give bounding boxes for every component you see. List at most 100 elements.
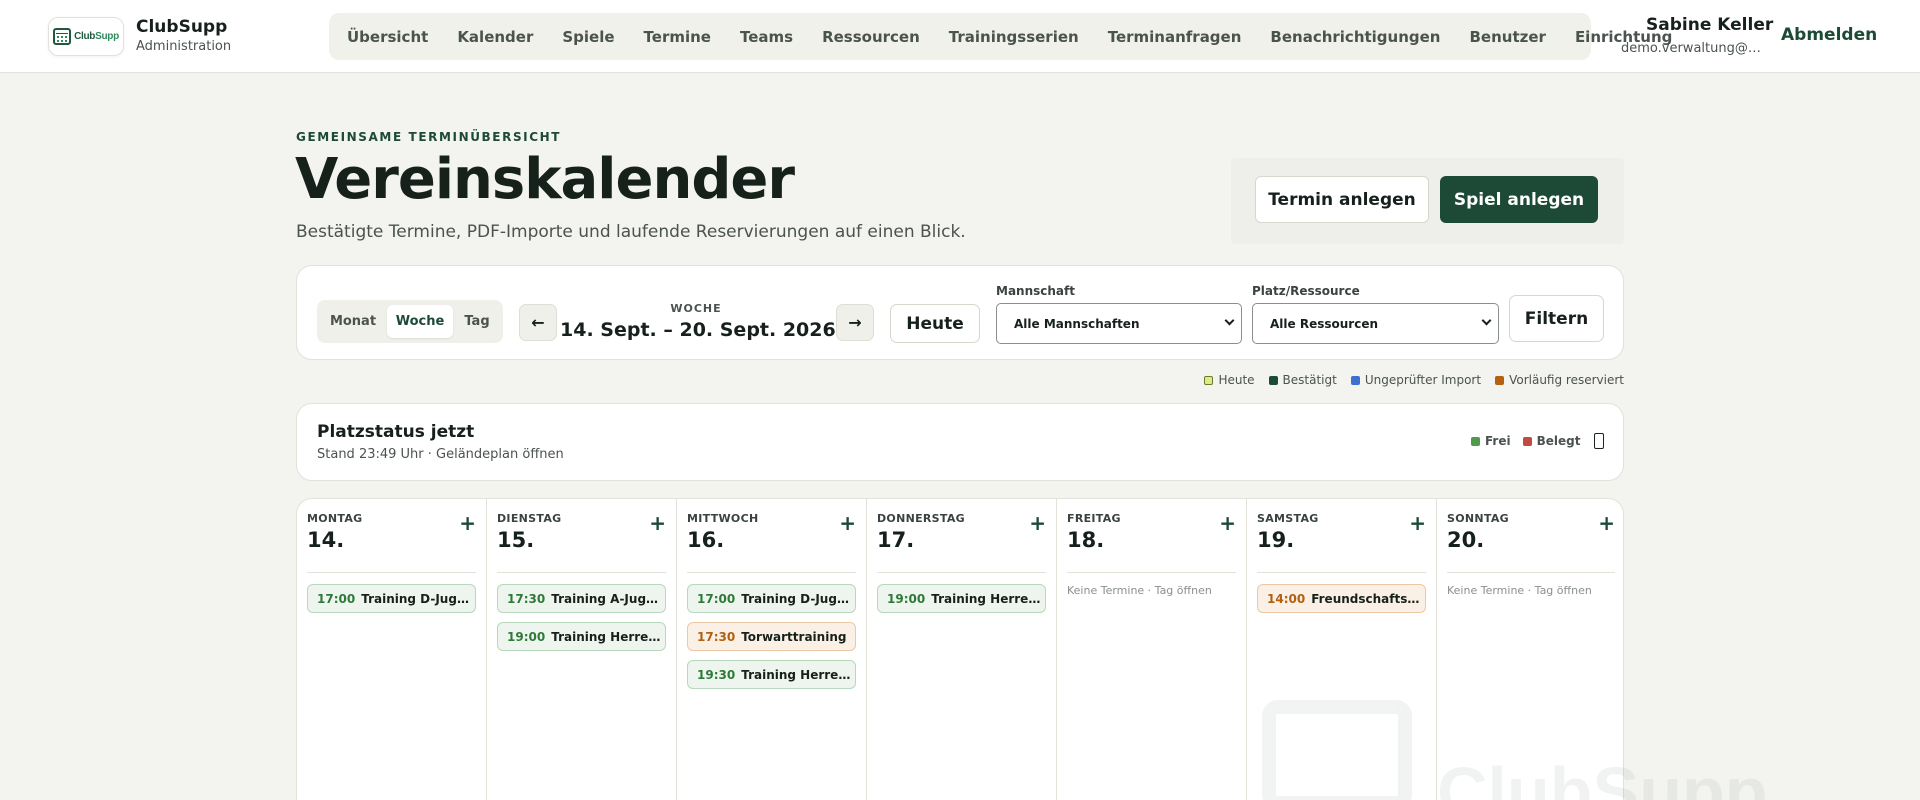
- day-number: 19.: [1257, 528, 1295, 552]
- field-status-panel[interactable]: Platzstatus jetzt Stand 23:49 Uhr · Gelä…: [296, 403, 1624, 481]
- divider: [687, 572, 856, 573]
- team-filter-label: Mannschaft: [996, 284, 1075, 298]
- nav-kalender[interactable]: Kalender: [457, 28, 533, 46]
- view-day-tab[interactable]: Tag: [457, 305, 497, 338]
- status-free: Frei: [1471, 434, 1511, 448]
- logo-text: ClubSupp: [74, 31, 119, 42]
- calendar-logo-icon: [53, 28, 72, 45]
- add-event-icon[interactable]: +: [1598, 511, 1615, 535]
- page-eyebrow: GEMEINSAME TERMINÜBERSICHT: [296, 130, 562, 144]
- team-select-value: Alle Mannschaften: [1014, 316, 1140, 331]
- resource-filter-label: Platz/Ressource: [1252, 284, 1360, 298]
- divider: [1067, 572, 1236, 573]
- day-number: 20.: [1447, 528, 1485, 552]
- divider: [877, 572, 1046, 573]
- day-name: SAMSTAG: [1257, 512, 1319, 525]
- arrow-right-icon: →: [848, 313, 862, 332]
- nav-spiele[interactable]: Spiele: [562, 28, 614, 46]
- day-column-tuesday[interactable]: DIENSTAG 15. + 17:30 Training A-Jugend 19…: [487, 499, 677, 800]
- view-switcher: Monat Woche Tag: [317, 300, 503, 343]
- top-bar: ClubSupp ClubSupp Administration Übersic…: [0, 0, 1920, 73]
- calendar-event[interactable]: 19:00 Training Herren I: [877, 584, 1046, 613]
- legend-item: Bestätigt: [1268, 373, 1337, 387]
- page-title: Vereinskalender: [295, 147, 795, 212]
- add-event-icon[interactable]: +: [459, 511, 476, 535]
- empty-day-link[interactable]: Keine Termine · Tag öffnen: [1067, 584, 1212, 597]
- clubsupp-watermark: ClubSupp: [1262, 700, 1767, 800]
- calendar-event[interactable]: 19:30 Training Herren II: [687, 660, 856, 689]
- nav-teams[interactable]: Teams: [740, 28, 793, 46]
- brand-name: ClubSupp: [136, 17, 228, 37]
- team-select[interactable]: Alle Mannschaften: [996, 303, 1242, 344]
- calendar-event[interactable]: 17:30 Training A-Jugend: [497, 584, 666, 613]
- add-event-icon[interactable]: +: [1029, 511, 1046, 535]
- day-column-thursday[interactable]: DONNERSTAG 17. + 19:00 Training Herren I: [867, 499, 1057, 800]
- legend-item: Heute: [1204, 373, 1255, 387]
- add-event-icon[interactable]: +: [649, 511, 666, 535]
- calendar-watermark-icon: [1262, 700, 1412, 800]
- day-name: DIENSTAG: [497, 512, 562, 525]
- clubsupp-logo[interactable]: ClubSupp: [48, 17, 124, 56]
- calendar-legend: Heute Bestätigt Ungeprüfter Import Vorlä…: [1204, 373, 1624, 387]
- free-swatch: [1471, 436, 1480, 446]
- day-column-wednesday[interactable]: MITTWOCH 16. + 17:00 Training D-Jugend 17…: [677, 499, 867, 800]
- legend-confirmed-swatch: [1268, 375, 1278, 385]
- nav-benutzer[interactable]: Benutzer: [1470, 28, 1546, 46]
- view-month-tab[interactable]: Monat: [327, 305, 379, 338]
- user-name: Sabine Keller: [1646, 15, 1774, 35]
- nav-benachrichtigungen[interactable]: Benachrichtigungen: [1270, 28, 1440, 46]
- legend-item: Ungeprüfter Import: [1350, 373, 1481, 387]
- create-game-button[interactable]: Spiel anlegen: [1440, 176, 1598, 223]
- day-name: MITTWOCH: [687, 512, 759, 525]
- day-name: MONTAG: [307, 512, 363, 525]
- arrow-left-icon: ←: [531, 313, 545, 332]
- nav-termine[interactable]: Termine: [644, 28, 711, 46]
- prev-week-button[interactable]: ←: [519, 304, 557, 341]
- divider: [1447, 572, 1615, 573]
- nav-ressourcen[interactable]: Ressourcen: [822, 28, 920, 46]
- view-week-tab[interactable]: Woche: [387, 305, 453, 338]
- nav-terminanfragen[interactable]: Terminanfragen: [1108, 28, 1242, 46]
- divider: [1257, 572, 1426, 573]
- chevron-down-icon: [1481, 315, 1492, 326]
- day-column-monday[interactable]: MONTAG 14. + 17:00 Training D-Jugend: [297, 499, 487, 800]
- resource-select-value: Alle Ressourcen: [1270, 316, 1378, 331]
- range-label: WOCHE: [670, 302, 722, 315]
- legend-reserved-swatch: [1495, 375, 1505, 385]
- expand-toggle-icon[interactable]: [1594, 433, 1604, 449]
- calendar-event[interactable]: 17:00 Training D-Jugend: [307, 584, 476, 613]
- day-name: SONNTAG: [1447, 512, 1509, 525]
- header-actions: Termin anlegen Spiel anlegen: [1231, 158, 1624, 244]
- watermark-text: ClubSupp: [1437, 753, 1768, 800]
- logout-button[interactable]: Abmelden: [1781, 25, 1877, 45]
- chevron-down-icon: [1224, 315, 1235, 326]
- field-status-subtitle[interactable]: Stand 23:49 Uhr · Geländeplan öffnen: [317, 447, 564, 462]
- empty-day-link[interactable]: Keine Termine · Tag öffnen: [1447, 584, 1592, 597]
- day-number: 14.: [307, 528, 345, 552]
- main-nav: Übersicht Kalender Spiele Termine Teams …: [329, 13, 1672, 60]
- status-busy: Belegt: [1522, 434, 1580, 448]
- day-column-friday[interactable]: FREITAG 18. + Keine Termine · Tag öffnen: [1057, 499, 1247, 800]
- field-status-title: Platzstatus jetzt: [317, 422, 475, 442]
- legend-today-swatch: [1204, 375, 1214, 385]
- filter-button[interactable]: Filtern: [1509, 295, 1604, 342]
- add-event-icon[interactable]: +: [1219, 511, 1236, 535]
- resource-select[interactable]: Alle Ressourcen: [1252, 303, 1499, 344]
- calendar-event[interactable]: 17:00 Training D-Jugend: [687, 584, 856, 613]
- calendar-event[interactable]: 14:00Freundschaftsspiel: [1257, 584, 1426, 613]
- day-name: DONNERSTAG: [877, 512, 965, 525]
- legend-item: Vorläufig reserviert: [1495, 373, 1624, 387]
- calendar-toolbar: Monat Woche Tag ← WOCHE 14. Sept. – 20. …: [296, 265, 1624, 360]
- page-subtitle: Bestätigte Termine, PDF-Importe und lauf…: [296, 222, 966, 242]
- add-event-icon[interactable]: +: [839, 511, 856, 535]
- add-event-icon[interactable]: +: [1409, 511, 1426, 535]
- create-event-button[interactable]: Termin anlegen: [1255, 176, 1429, 223]
- nav-uebersicht[interactable]: Übersicht: [347, 28, 428, 46]
- today-button[interactable]: Heute: [890, 304, 980, 343]
- day-number: 18.: [1067, 528, 1105, 552]
- next-week-button[interactable]: →: [836, 304, 874, 341]
- nav-trainingsserien[interactable]: Trainingsserien: [949, 28, 1079, 46]
- calendar-event[interactable]: 19:00 Training Herren I: [497, 622, 666, 651]
- legend-import-swatch: [1350, 375, 1360, 385]
- calendar-event[interactable]: 17:30 Torwarttraining: [687, 622, 856, 651]
